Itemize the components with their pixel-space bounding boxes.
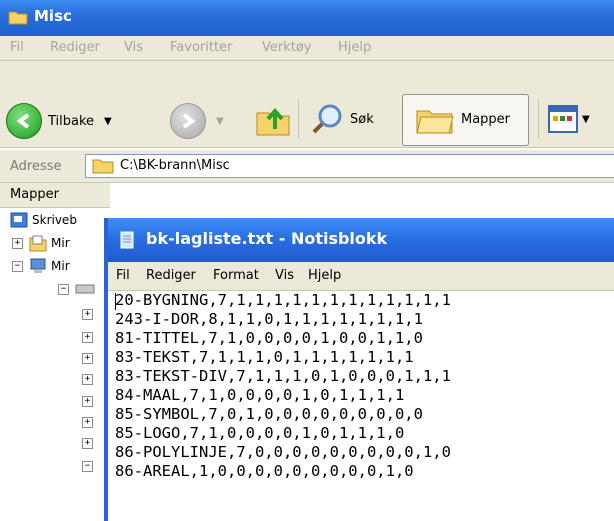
notepad-text-area[interactable]: 20-BYGNING,7,1,1,1,1,1,1,1,1,1,1,1,1 243… bbox=[108, 291, 614, 521]
back-label: Tilbake bbox=[48, 113, 95, 129]
np-menu-fil[interactable]: Fil bbox=[116, 268, 130, 283]
toolbar-separator bbox=[298, 99, 299, 139]
folders-button[interactable]: Mapper bbox=[402, 94, 529, 146]
back-dropdown-icon[interactable]: ▼ bbox=[104, 116, 112, 127]
text-line: 243-I-DOR,8,1,1,0,1,1,1,1,1,1,1,1 bbox=[115, 310, 423, 328]
menu-fil[interactable]: Fil bbox=[10, 40, 24, 55]
forward-dropdown-icon[interactable]: ▼ bbox=[216, 116, 224, 127]
tree-item-drive[interactable]: − bbox=[58, 279, 95, 299]
explorer-toolbar: Tilbake ▼ ▼ Søk Mapper ▼ bbox=[0, 61, 614, 148]
notepad-icon bbox=[120, 231, 134, 249]
np-menu-hjelp[interactable]: Hjelp bbox=[308, 268, 341, 283]
folders-pane-header: Mapper bbox=[0, 183, 110, 208]
text-line: 84-MAAL,7,1,0,0,0,0,1,0,1,1,1,1 bbox=[115, 386, 405, 404]
collapse-icon[interactable]: − bbox=[12, 260, 23, 272]
folder-icon bbox=[92, 159, 114, 174]
text-line: 20-BYGNING,7,1,1,1,1,1,1,1,1,1,1,1,1 bbox=[115, 291, 451, 309]
np-menu-vis[interactable]: Vis bbox=[275, 268, 294, 283]
menu-hjelp[interactable]: Hjelp bbox=[338, 40, 371, 55]
expand-icon[interactable]: + bbox=[12, 237, 23, 249]
address-label: Adresse bbox=[10, 159, 62, 174]
forward-arrow-icon bbox=[170, 103, 206, 139]
drive-icon bbox=[75, 284, 95, 294]
folders-label: Mapper bbox=[461, 112, 511, 127]
toolbar-separator-2 bbox=[538, 99, 539, 139]
np-menu-rediger[interactable]: Rediger bbox=[146, 268, 196, 283]
search-label: Søk bbox=[350, 111, 374, 127]
collapse-icon[interactable]: − bbox=[82, 460, 93, 472]
up-folder-icon bbox=[256, 107, 290, 136]
search-button[interactable]: Søk bbox=[312, 103, 374, 135]
expand-icon[interactable]: + bbox=[82, 373, 93, 385]
tree-item-computer[interactable]: − Mir bbox=[12, 256, 70, 276]
menu-vis[interactable]: Vis bbox=[124, 40, 143, 55]
tree-item-label: Skriveb bbox=[32, 213, 77, 227]
explorer-title: Misc bbox=[34, 7, 72, 25]
tree-item-sub-6[interactable]: + bbox=[82, 412, 93, 432]
folders-icon bbox=[416, 110, 454, 134]
text-line: 83-TEKST,7,1,1,1,0,1,1,1,1,1,1,1 bbox=[115, 348, 414, 366]
tree-item-sub-2[interactable]: + bbox=[82, 327, 93, 347]
np-menu-format[interactable]: Format bbox=[213, 268, 259, 283]
menu-rediger[interactable]: Rediger bbox=[50, 40, 100, 55]
notepad-window[interactable]: bk-lagliste.txt - Notisblokk Fil Rediger… bbox=[104, 218, 614, 521]
folders-pane-title: Mapper bbox=[10, 187, 60, 202]
text-line: 85-SYMBOL,7,0,1,0,0,0,0,0,0,0,0,0 bbox=[115, 405, 423, 423]
back-arrow-icon bbox=[6, 103, 42, 139]
tree-item-sub-5[interactable]: + bbox=[82, 391, 93, 411]
expand-icon[interactable]: + bbox=[82, 352, 93, 364]
address-bar: Adresse C:\BK-brann\Misc bbox=[0, 150, 614, 183]
expand-icon[interactable]: + bbox=[82, 395, 93, 407]
tree-item-label: Mir bbox=[51, 259, 70, 273]
collapse-icon[interactable]: − bbox=[58, 283, 69, 295]
views-icon bbox=[548, 105, 578, 133]
forward-button[interactable]: ▼ bbox=[170, 103, 224, 139]
back-button[interactable]: Tilbake ▼ bbox=[6, 103, 112, 139]
tree-item-sub-4[interactable]: + bbox=[82, 369, 93, 389]
text-line: 86-POLYLINJE,7,0,0,0,0,0,0,0,0,0,1,0 bbox=[115, 443, 451, 461]
expand-icon[interactable]: + bbox=[82, 331, 93, 343]
desktop-icon bbox=[10, 212, 28, 228]
expand-icon[interactable]: + bbox=[82, 308, 93, 320]
tree-item-label: Mir bbox=[51, 236, 70, 250]
expand-icon[interactable]: + bbox=[82, 416, 93, 428]
tree-item-sub-8[interactable]: − bbox=[82, 456, 93, 476]
text-line: 81-TITTEL,7,1,0,0,0,0,1,0,0,1,1,0 bbox=[115, 329, 423, 347]
menu-verktoy[interactable]: Verktøy bbox=[262, 40, 312, 55]
folder-icon bbox=[8, 11, 28, 25]
address-value: C:\BK-brann\Misc bbox=[120, 158, 230, 173]
computer-icon bbox=[30, 258, 46, 273]
up-folder-button[interactable] bbox=[255, 103, 291, 137]
views-button[interactable]: ▼ bbox=[548, 105, 590, 133]
text-line: 83-TEKST-DIV,7,1,1,1,0,1,0,0,0,1,1,1 bbox=[115, 367, 451, 385]
notepad-menu-bar: Fil Rediger Format Vis Hjelp bbox=[108, 262, 614, 291]
text-line: 85-LOGO,7,1,0,0,0,0,1,0,1,1,1,0 bbox=[115, 424, 405, 442]
expand-icon[interactable]: + bbox=[82, 437, 93, 449]
tree-item-documents[interactable]: + Mir bbox=[12, 233, 70, 253]
folders-pane: Mapper Skriveb + Mir − Mir − + + + + + +… bbox=[0, 183, 110, 521]
notepad-title-bar[interactable]: bk-lagliste.txt - Notisblokk bbox=[108, 218, 614, 262]
address-input[interactable]: C:\BK-brann\Misc bbox=[85, 154, 614, 178]
tree-item-sub-7[interactable]: + bbox=[82, 433, 93, 453]
notepad-title: bk-lagliste.txt - Notisblokk bbox=[146, 229, 388, 248]
menu-favoritter[interactable]: Favoritter bbox=[170, 40, 232, 55]
explorer-title-bar[interactable]: Misc bbox=[0, 0, 614, 36]
explorer-menu-bar: Fil Rediger Vis Favoritter Verktøy Hjelp bbox=[0, 36, 614, 61]
search-icon bbox=[312, 104, 342, 134]
documents-folder-icon bbox=[29, 235, 47, 252]
tree-item-desktop[interactable]: Skriveb bbox=[10, 210, 77, 230]
tree-item-sub-1[interactable]: + bbox=[82, 304, 93, 324]
views-dropdown-icon[interactable]: ▼ bbox=[582, 114, 590, 125]
text-line: 86-AREAL,1,0,0,0,0,0,0,0,0,0,1,0 bbox=[115, 462, 414, 480]
tree-item-sub-3[interactable]: + bbox=[82, 348, 93, 368]
